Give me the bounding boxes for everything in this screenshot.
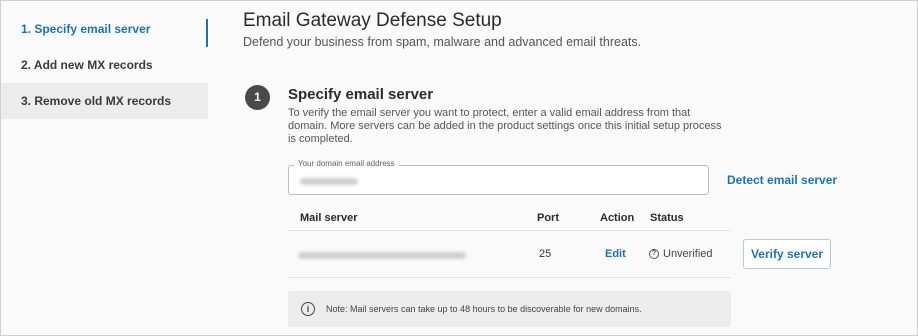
table-cell-port: 25 xyxy=(539,248,552,260)
info-icon: i xyxy=(301,302,315,316)
domain-email-field-label: Your domain email address xyxy=(294,159,399,168)
redacted-email-value xyxy=(300,178,358,185)
table-divider xyxy=(288,277,731,278)
note-text: Note: Mail servers can take up to 48 hou… xyxy=(326,304,642,314)
status-text: Unverified xyxy=(663,248,713,260)
step-number-badge: 1 xyxy=(245,85,270,110)
question-circle-icon: ? xyxy=(649,249,659,259)
verify-server-button[interactable]: Verify server xyxy=(743,239,831,269)
page-subtitle: Defend your business from spam, malware … xyxy=(243,35,642,49)
status-badge: ? Unverified xyxy=(649,248,713,260)
page-title: Email Gateway Defense Setup xyxy=(243,10,502,31)
setup-steps-sidebar: 1. Specify email server 2. Add new MX re… xyxy=(1,1,208,119)
sidebar-step-add-mx-records[interactable]: 2. Add new MX records xyxy=(1,47,208,83)
sidebar-step-specify-email-server[interactable]: 1. Specify email server xyxy=(1,11,208,56)
edit-server-link[interactable]: Edit xyxy=(605,248,626,260)
detect-email-server-link[interactable]: Detect email server xyxy=(727,173,837,187)
column-header-mail-server: Mail server xyxy=(300,212,358,224)
column-header-action: Action xyxy=(600,212,635,224)
column-header-port: Port xyxy=(537,212,559,224)
column-header-status: Status xyxy=(650,212,684,224)
table-divider xyxy=(288,230,731,231)
redacted-mail-server xyxy=(298,252,466,259)
sidebar-step-remove-mx-records[interactable]: 3. Remove old MX records xyxy=(1,83,208,119)
section-title: Specify email server xyxy=(288,86,434,103)
section-description: To verify the email server you want to p… xyxy=(288,107,722,145)
